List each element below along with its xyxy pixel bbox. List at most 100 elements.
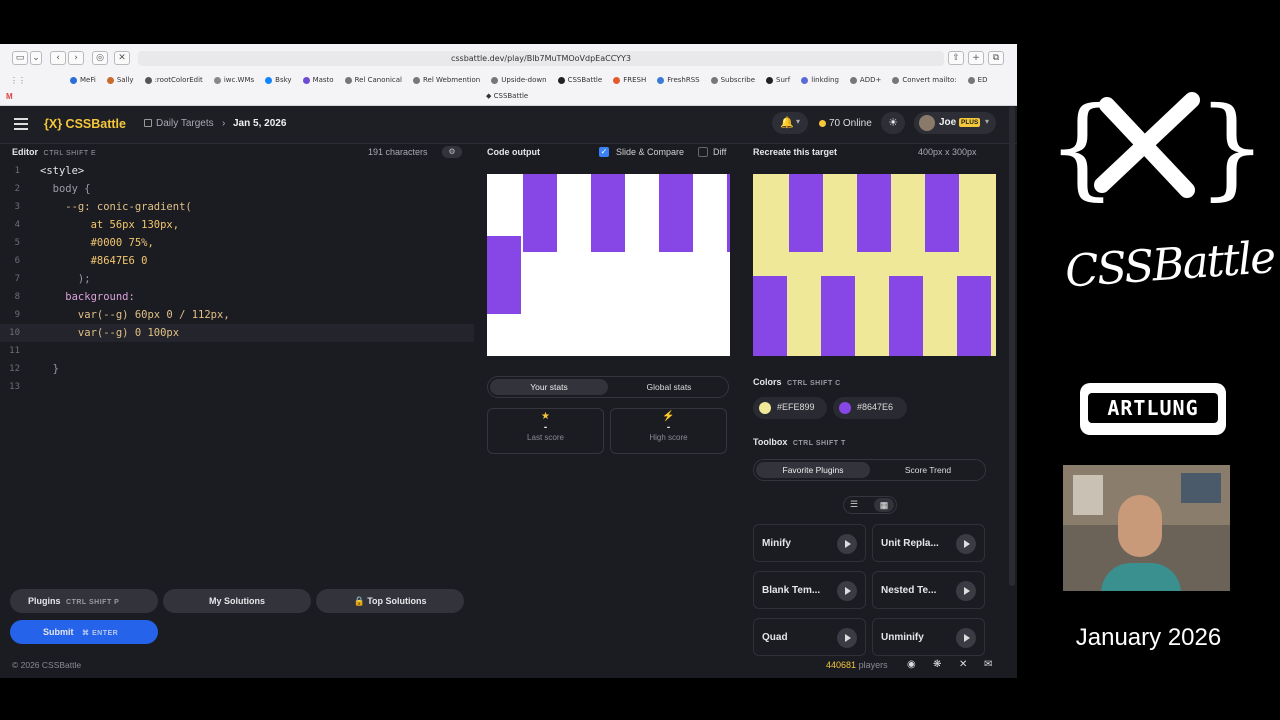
target-preview[interactable] xyxy=(753,174,996,356)
plugin-name: Blank Tem... xyxy=(762,585,821,596)
bookmark-item[interactable]: Masto xyxy=(302,74,334,86)
code-line[interactable]: 7 ); xyxy=(0,270,474,288)
bookmark-label: Bsky xyxy=(275,76,292,84)
bookmark-item[interactable]: linkding xyxy=(801,74,839,86)
line-number: 4 xyxy=(14,220,20,230)
top-solutions-button[interactable]: 🔒 Top Solutions xyxy=(316,589,464,613)
plugin-card[interactable]: Blank Tem... xyxy=(753,571,866,609)
menu-icon[interactable] xyxy=(14,118,28,130)
bookmark-item[interactable]: :rootColorEdit xyxy=(144,74,203,86)
bookmark-label: FreshRSS xyxy=(667,76,700,84)
editor-settings-icon[interactable]: ⚙ xyxy=(442,146,462,158)
bookmark-item[interactable]: Surf xyxy=(766,74,790,86)
play-icon[interactable] xyxy=(837,534,857,554)
bookmark-label: linkding xyxy=(811,76,839,84)
code-line[interactable]: 9 var(--g) 60px 0 / 112px, xyxy=(0,306,474,324)
play-icon[interactable] xyxy=(837,581,857,601)
plugin-card[interactable]: Minify xyxy=(753,524,866,562)
bluesky-icon[interactable]: ❋ xyxy=(933,659,941,670)
play-icon[interactable] xyxy=(956,534,976,554)
extension-icon[interactable]: ✕ xyxy=(114,51,130,65)
code-line[interactable]: 2 body { xyxy=(0,180,474,198)
plugin-card[interactable]: Quad xyxy=(753,618,866,656)
bookmark-label: CSSBattle xyxy=(567,76,603,84)
bookmark-item[interactable]: Sally xyxy=(106,74,134,86)
submit-button[interactable]: Submit ⌘ ENTER xyxy=(10,620,158,644)
tabs-overview-icon[interactable]: ⧉ xyxy=(988,51,1004,65)
forward-icon[interactable]: › xyxy=(68,51,84,65)
plugin-card[interactable]: Nested Te... xyxy=(872,571,985,609)
copyright: © 2026 CSSBattle xyxy=(12,660,82,670)
slide-compare-checkbox[interactable]: ✓ xyxy=(599,147,609,157)
code-line[interactable]: 11 xyxy=(0,342,474,360)
plugins-button[interactable]: Plugins CTRL SHIFT P xyxy=(10,589,158,613)
gmail-icon[interactable]: M xyxy=(6,92,16,101)
code-line[interactable]: 1 <style> xyxy=(0,162,474,180)
code-line[interactable]: 12 } xyxy=(0,360,474,378)
color-swatch-yellow[interactable]: #EFE899 xyxy=(753,397,827,419)
tab-your-stats[interactable]: Your stats xyxy=(490,379,608,395)
address-bar[interactable]: cssbattle.dev/play/Blb7MuTMOoVdpEaCCYY3 xyxy=(138,51,944,66)
breadcrumb-daily-targets[interactable]: Daily Targets xyxy=(156,118,214,129)
code-line[interactable]: 6 #8647E6 0 xyxy=(0,252,474,270)
share-icon[interactable]: ⇧ xyxy=(948,51,964,65)
sidebar-toggle-icon[interactable]: ▭ xyxy=(12,51,28,65)
code-line[interactable]: 3 --g: conic-gradient( xyxy=(0,198,474,216)
plugin-card[interactable]: Unminify xyxy=(872,618,985,656)
tab-favorite-plugins[interactable]: Favorite Plugins xyxy=(756,462,870,478)
play-icon[interactable] xyxy=(956,628,976,648)
privacy-icon[interactable]: ◎ xyxy=(92,51,108,65)
code-editor[interactable]: 1 <style> 2 body {3 --g: conic-gradient(4 … xyxy=(0,162,474,578)
back-icon[interactable]: ‹ xyxy=(50,51,66,65)
play-icon[interactable] xyxy=(837,628,857,648)
grid-view-icon[interactable]: ▦ xyxy=(874,498,894,512)
code-output-preview[interactable] xyxy=(487,174,730,356)
bookmark-item[interactable]: Subscribe xyxy=(710,74,755,86)
tab-global-stats[interactable]: Global stats xyxy=(610,379,728,395)
bookmark-label: ADD+ xyxy=(859,76,882,84)
notifications-button[interactable]: 🔔 ▾ xyxy=(772,112,808,134)
apps-grid-icon[interactable]: ⋮⋮ xyxy=(10,76,26,85)
my-solutions-button[interactable]: My Solutions xyxy=(163,589,311,613)
code-line[interactable]: 4 at 56px 130px, xyxy=(0,216,474,234)
line-number: 7 xyxy=(14,274,20,284)
bookmark-item[interactable]: Bsky xyxy=(265,74,292,86)
colors-label: Colors xyxy=(753,377,782,387)
bookmark-item[interactable]: MeFi xyxy=(70,74,96,86)
bookmark-item[interactable]: CSSBattle xyxy=(557,74,603,86)
bookmark-item[interactable]: ADD+ xyxy=(849,74,882,86)
code-line[interactable]: 13 xyxy=(0,378,474,396)
play-icon[interactable] xyxy=(956,581,976,601)
discord-icon[interactable]: ◉ xyxy=(907,659,916,670)
scrollbar[interactable] xyxy=(1009,106,1015,586)
code-line[interactable]: 10 var(--g) 0 100px xyxy=(0,324,474,342)
bookmark-item[interactable]: Rel Webmention xyxy=(412,74,480,86)
bookmark-item[interactable]: ED xyxy=(967,74,987,86)
bookmark-item[interactable]: iwc.WMs xyxy=(213,74,254,86)
line-number: 2 xyxy=(14,184,20,194)
color-swatch-purple[interactable]: #8647E6 xyxy=(833,397,907,419)
chevron-down-icon[interactable]: ⌄ xyxy=(30,51,42,65)
artlung-badge: ARTLUNG xyxy=(1080,383,1226,435)
tab-score-trend[interactable]: Score Trend xyxy=(872,462,984,478)
players-label: players xyxy=(858,660,888,670)
cssbattle-logo[interactable]: {X} CSSBattle xyxy=(44,117,126,131)
code-line[interactable]: 5 #0000 75%, xyxy=(0,234,474,252)
code-line[interactable]: 8 background: xyxy=(0,288,474,306)
list-view-icon[interactable]: ☰ xyxy=(850,499,858,510)
plugin-card[interactable]: Unit Repla... xyxy=(872,524,985,562)
user-menu-button[interactable]: Joe PLUS ▾ xyxy=(914,112,996,134)
bookmark-item[interactable]: Rel Canonical xyxy=(344,74,402,86)
active-tab[interactable]: ◆ CSSBattle xyxy=(486,92,528,100)
bookmark-item[interactable]: Convert mailto: xyxy=(892,74,957,86)
bookmark-item[interactable]: FRESH xyxy=(613,74,646,86)
last-score-card: ★ - Last score xyxy=(487,408,604,454)
stats-tabs: Your stats Global stats xyxy=(487,376,729,398)
diff-checkbox[interactable] xyxy=(698,147,708,157)
mail-icon[interactable]: ✉ xyxy=(984,659,992,670)
theme-toggle-icon[interactable]: ☀ xyxy=(881,112,905,134)
bookmark-item[interactable]: Upside-down xyxy=(491,74,547,86)
x-icon[interactable]: ✕ xyxy=(959,659,967,670)
bookmark-item[interactable]: FreshRSS xyxy=(657,74,700,86)
new-tab-icon[interactable]: + xyxy=(968,51,984,65)
